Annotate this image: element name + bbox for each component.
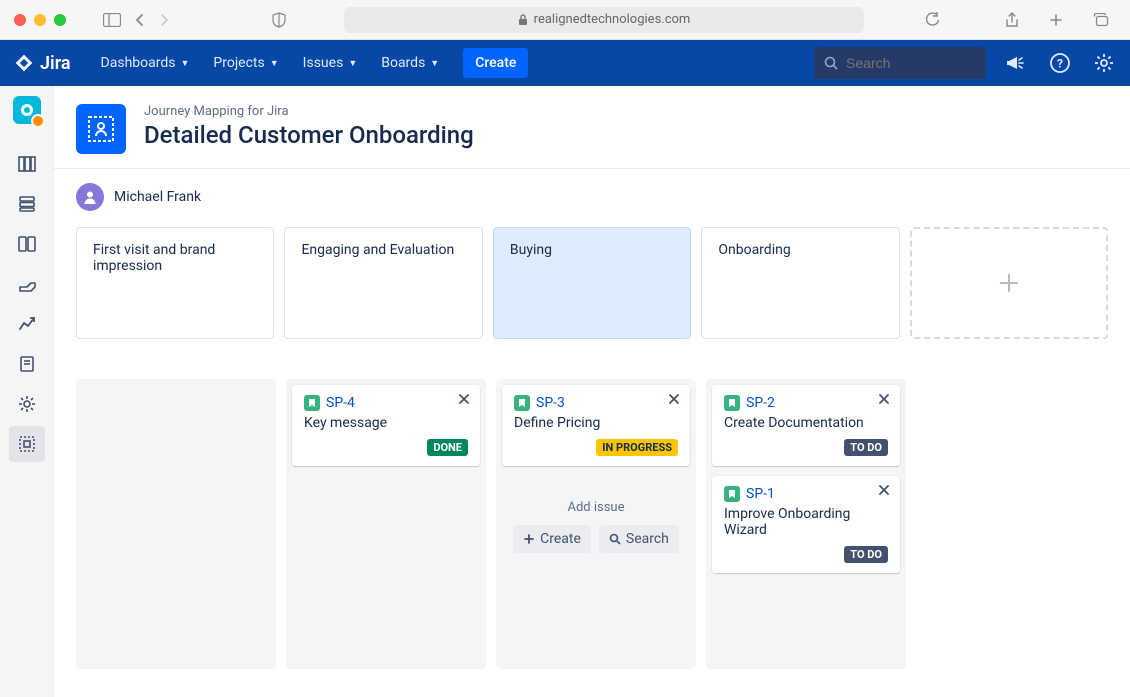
search-issue-button[interactable]: Search — [599, 525, 679, 553]
close-window-icon[interactable] — [14, 14, 26, 26]
status-badge: TO DO — [844, 439, 888, 456]
stage-card[interactable]: Buying — [493, 227, 691, 339]
sidebar-journey-mapping[interactable] — [9, 426, 45, 462]
share-icon[interactable] — [1005, 12, 1019, 28]
remove-issue-icon[interactable] — [878, 484, 890, 496]
chevron-down-icon: ▼ — [348, 58, 357, 69]
sidebar-reports[interactable] — [9, 306, 45, 342]
stage-card[interactable]: Onboarding — [701, 227, 899, 339]
page-header: Journey Mapping for Jira Detailed Custom… — [54, 86, 1130, 169]
url-bar[interactable]: realignedtechnologies.com — [344, 7, 864, 33]
main-content: Journey Mapping for Jira Detailed Custom… — [54, 86, 1130, 697]
lock-icon — [518, 14, 528, 26]
stage-card[interactable]: First visit and brand impression — [76, 227, 274, 339]
megaphone-icon[interactable] — [1004, 51, 1028, 75]
issue-card[interactable]: SP-3 Define Pricing IN PROGRESS — [502, 385, 690, 466]
status-badge: TO DO — [844, 546, 888, 563]
issue-summary: Key message — [304, 415, 468, 431]
issue-key[interactable]: SP-3 — [536, 395, 565, 411]
issue-key[interactable]: SP-2 — [746, 395, 775, 411]
global-search[interactable] — [814, 47, 986, 79]
jira-logo[interactable]: Jira — [14, 53, 71, 74]
remove-issue-icon[interactable] — [458, 393, 470, 405]
search-icon — [824, 56, 838, 70]
svg-text:?: ? — [1057, 57, 1063, 71]
browser-chrome: realignedtechnologies.com — [0, 0, 1130, 40]
back-icon[interactable] — [135, 13, 145, 27]
traffic-lights — [14, 14, 66, 26]
nav-menu-boards[interactable]: Boards▼ — [369, 40, 451, 86]
column: SP-4 Key message DONE — [286, 379, 486, 669]
sidebar-settings[interactable] — [9, 386, 45, 422]
project-avatar[interactable] — [13, 96, 41, 124]
issue-card[interactable]: SP-4 Key message DONE — [292, 385, 480, 466]
issue-summary: Define Pricing — [514, 415, 678, 431]
shield-icon[interactable] — [272, 12, 286, 28]
status-badge: IN PROGRESS — [596, 439, 678, 456]
story-icon — [304, 395, 320, 411]
add-issue-label: Add issue — [502, 500, 690, 515]
stages-row: First visit and brand impressionEngaging… — [76, 227, 1108, 339]
create-button[interactable]: Create — [463, 48, 528, 78]
create-issue-button[interactable]: Create — [513, 525, 591, 553]
stage-card[interactable]: Engaging and Evaluation — [284, 227, 482, 339]
sidebar-pages[interactable] — [9, 346, 45, 382]
nav-menu-dashboards[interactable]: Dashboards▼ — [89, 40, 202, 86]
issue-summary: Create Documentation — [724, 415, 888, 431]
issue-summary: Improve Onboarding Wizard — [724, 506, 888, 538]
issue-key[interactable]: SP-4 — [326, 395, 355, 411]
sidebar-toggle-icon[interactable] — [103, 13, 121, 27]
column: SP-3 Define Pricing IN PROGRESS Add issue Cr… — [496, 379, 696, 669]
story-icon — [724, 486, 740, 502]
search-input[interactable] — [846, 55, 966, 71]
owner-row: Michael Frank — [76, 183, 1108, 211]
issue-key[interactable]: SP-1 — [746, 486, 775, 502]
minimize-window-icon[interactable] — [34, 14, 46, 26]
story-icon — [724, 395, 740, 411]
new-tab-icon[interactable] — [1049, 12, 1063, 28]
nav-menu-projects[interactable]: Projects▼ — [201, 40, 290, 86]
add-issue-prompt: Add issue Create Search — [502, 500, 690, 553]
columns-row: SP-4 Key message DONE SP-3 Define Pricing IN … — [54, 339, 1130, 691]
sidebar-releases[interactable] — [9, 266, 45, 302]
owner-name: Michael Frank — [114, 189, 201, 205]
project-sidebar — [0, 86, 54, 697]
jira-topnav: Jira Dashboards▼Projects▼Issues▼Boards▼ … — [0, 40, 1130, 86]
sidebar-backlog[interactable] — [9, 186, 45, 222]
remove-issue-icon[interactable] — [668, 393, 680, 405]
column — [76, 379, 276, 669]
jira-logo-text: Jira — [40, 53, 71, 74]
avatar[interactable] — [76, 183, 104, 211]
chevron-down-icon: ▼ — [430, 58, 439, 69]
chevron-down-icon: ▼ — [270, 58, 279, 69]
page-app-icon — [76, 104, 126, 154]
issue-card[interactable]: SP-1 Improve Onboarding Wizard TO DO — [712, 476, 900, 573]
help-icon[interactable]: ? — [1048, 51, 1072, 75]
add-stage-button[interactable] — [910, 227, 1108, 339]
page-title: Detailed Customer Onboarding — [144, 121, 474, 149]
sidebar-roadmap[interactable] — [9, 146, 45, 182]
status-badge: DONE — [427, 439, 468, 456]
chevron-down-icon: ▼ — [180, 58, 189, 69]
maximize-window-icon[interactable] — [54, 14, 66, 26]
url-text: realignedtechnologies.com — [534, 12, 691, 27]
forward-icon[interactable] — [159, 13, 169, 27]
sidebar-board[interactable] — [9, 226, 45, 262]
breadcrumb[interactable]: Journey Mapping for Jira — [144, 104, 474, 119]
story-icon — [514, 395, 530, 411]
nav-menu-issues[interactable]: Issues▼ — [291, 40, 370, 86]
column: SP-2 Create Documentation TO DO SP-1 Improve… — [706, 379, 906, 669]
remove-issue-icon[interactable] — [878, 393, 890, 405]
settings-gear-icon[interactable] — [1092, 51, 1116, 75]
issue-card[interactable]: SP-2 Create Documentation TO DO — [712, 385, 900, 466]
reload-icon[interactable] — [925, 12, 940, 27]
tabs-icon[interactable] — [1093, 12, 1109, 28]
